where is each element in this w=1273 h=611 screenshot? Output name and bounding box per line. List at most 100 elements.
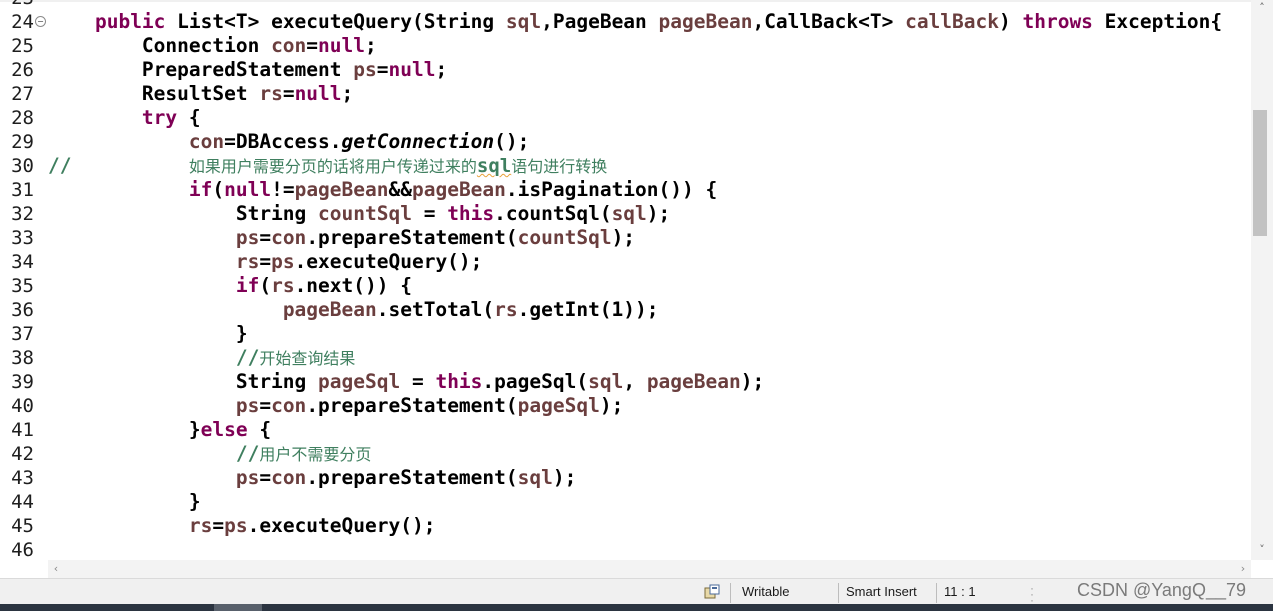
code-line[interactable]: 36 pageBean.setTotal(rs.getInt(1)); (0, 298, 1251, 322)
code-token: = (376, 58, 389, 81)
line-number: 45 (11, 515, 34, 537)
code-line[interactable]: 31 if(null!=pageBean&&pageBean.isPaginat… (0, 178, 1251, 202)
code-token: Exception{ (1104, 10, 1223, 33)
code-token: // (235, 442, 260, 465)
code-line[interactable]: 27 ResultSet rs=null; (0, 82, 1251, 106)
taskbar-item[interactable] (214, 604, 262, 611)
code-token: con (271, 34, 307, 57)
code-line[interactable]: 33 ps=con.prepareStatement(countSql); (0, 226, 1251, 250)
insert-mode-status[interactable]: Smart Insert (846, 583, 917, 601)
code-token: null (224, 178, 272, 201)
code-token: .countSql( (494, 202, 612, 225)
code-line[interactable]: 29 con=DBAccess.getConnection(); (0, 130, 1251, 154)
line-number: 32 (11, 203, 34, 225)
code-token: sql (517, 466, 553, 489)
code-line[interactable]: 41 }else { (0, 418, 1251, 442)
code-token: .getInt(1)); (517, 298, 659, 321)
code-line[interactable]: 34 rs=ps.executeQuery(); (0, 250, 1251, 274)
code-line[interactable]: 28 try { (0, 106, 1251, 130)
code-token: ) (999, 10, 1023, 33)
taskbar (0, 604, 1273, 611)
code-line[interactable]: 38 //开始查询结果 (0, 346, 1251, 370)
chevron-down-icon[interactable]: ˅ (1251, 542, 1273, 558)
code-line[interactable]: 25 Connection con=null; (0, 34, 1251, 58)
code-token: = (411, 202, 448, 225)
code-token: = (282, 82, 295, 105)
code-token: else (200, 418, 260, 441)
code-token: ); (646, 202, 671, 225)
code-text: } (48, 322, 248, 346)
code-token: // (48, 154, 189, 177)
code-token: String (48, 202, 319, 225)
code-token: ); (740, 370, 765, 393)
code-token: ps (271, 250, 295, 273)
horizontal-scrollbar[interactable]: ‹ › (48, 560, 1251, 578)
code-token: = (259, 226, 272, 249)
writable-status: Writable (742, 584, 790, 599)
line-number: 31 (11, 179, 34, 201)
code-token: .executeQuery(); (294, 250, 483, 273)
line-number: 46 (11, 539, 34, 560)
code-token: != (271, 178, 295, 201)
vertical-scroll-thumb[interactable] (1253, 110, 1267, 236)
cursor-position[interactable]: 11 : 1 (944, 583, 976, 601)
code-token: .prepareStatement( (306, 226, 518, 249)
line-number: 26 (11, 59, 34, 81)
code-line[interactable]: 24− public List<T> executeQuery(String s… (0, 10, 1251, 34)
code-line[interactable]: 30 // 如果用户需要分页的话将用户传递过来的sql语句进行转换 (0, 154, 1251, 178)
code-token: 开始查询结果 (259, 349, 356, 368)
code-text: public List<T> executeQuery(String sql,P… (48, 10, 1222, 34)
insert-mode-icon[interactable] (704, 584, 720, 600)
line-number: 27 (11, 83, 34, 105)
code-token: con (271, 394, 307, 417)
code-token: this (447, 202, 495, 225)
code-token: pageSql (517, 394, 600, 417)
code-token: .next()) { (294, 274, 412, 297)
code-line[interactable]: 39 String pageSql = this.pageSql(sql, pa… (0, 370, 1251, 394)
code-text: if(null!=pageBean&&pageBean.isPagination… (48, 178, 717, 202)
code-token: ; (435, 58, 448, 81)
chevron-right-icon[interactable]: › (1235, 560, 1251, 578)
code-line[interactable]: 37 } (0, 322, 1251, 346)
code-line[interactable]: 35 if(rs.next()) { (0, 274, 1251, 298)
vertical-scrollbar[interactable]: ˄ ˅ (1251, 0, 1273, 560)
code-editor[interactable]: 2324− public List<T> executeQuery(String… (0, 0, 1251, 560)
code-token: ps (353, 58, 377, 81)
line-number: 36 (11, 299, 34, 321)
code-line[interactable]: 40 ps=con.prepareStatement(pageSql); (0, 394, 1251, 418)
code-line[interactable]: 23 (0, 0, 1251, 10)
watermark: CSDN @YangQ__79 (1076, 580, 1246, 600)
code-token: (); (494, 130, 530, 153)
code-token: List<T> (177, 10, 272, 33)
chevron-up-icon[interactable]: ˄ (1251, 0, 1273, 16)
code-line[interactable]: 42 //用户不需要分页 (0, 442, 1251, 466)
code-line[interactable]: 26 PreparedStatement ps=null; (0, 58, 1251, 82)
code-token: 用户不需要分页 (259, 445, 372, 464)
code-token: ( (259, 274, 272, 297)
code-line[interactable]: 45 rs=ps.executeQuery(); (0, 514, 1251, 538)
code-token: .prepareStatement( (306, 394, 518, 417)
code-text: }else { (48, 418, 271, 442)
code-token: = (259, 394, 272, 417)
gutter-corner (0, 560, 48, 578)
line-number: 30 (11, 155, 34, 177)
code-token: , (623, 370, 647, 393)
code-token: pageBean (282, 298, 377, 321)
code-token: pageBean (294, 178, 389, 201)
code-line[interactable]: 32 String countSql = this.countSql(sql); (0, 202, 1251, 226)
code-line[interactable]: 44 } (0, 490, 1251, 514)
code-line[interactable]: 43 ps=con.prepareStatement(sql); (0, 466, 1251, 490)
code-line[interactable]: 46 (0, 538, 1251, 560)
chevron-left-icon[interactable]: ‹ (48, 560, 64, 578)
code-token: } (48, 490, 201, 513)
code-token: && (388, 178, 412, 201)
code-text: // 如果用户需要分页的话将用户传递过来的sql语句进行转换 (48, 154, 607, 179)
fold-collapse-icon[interactable]: − (35, 16, 46, 27)
line-number: 39 (11, 371, 34, 393)
